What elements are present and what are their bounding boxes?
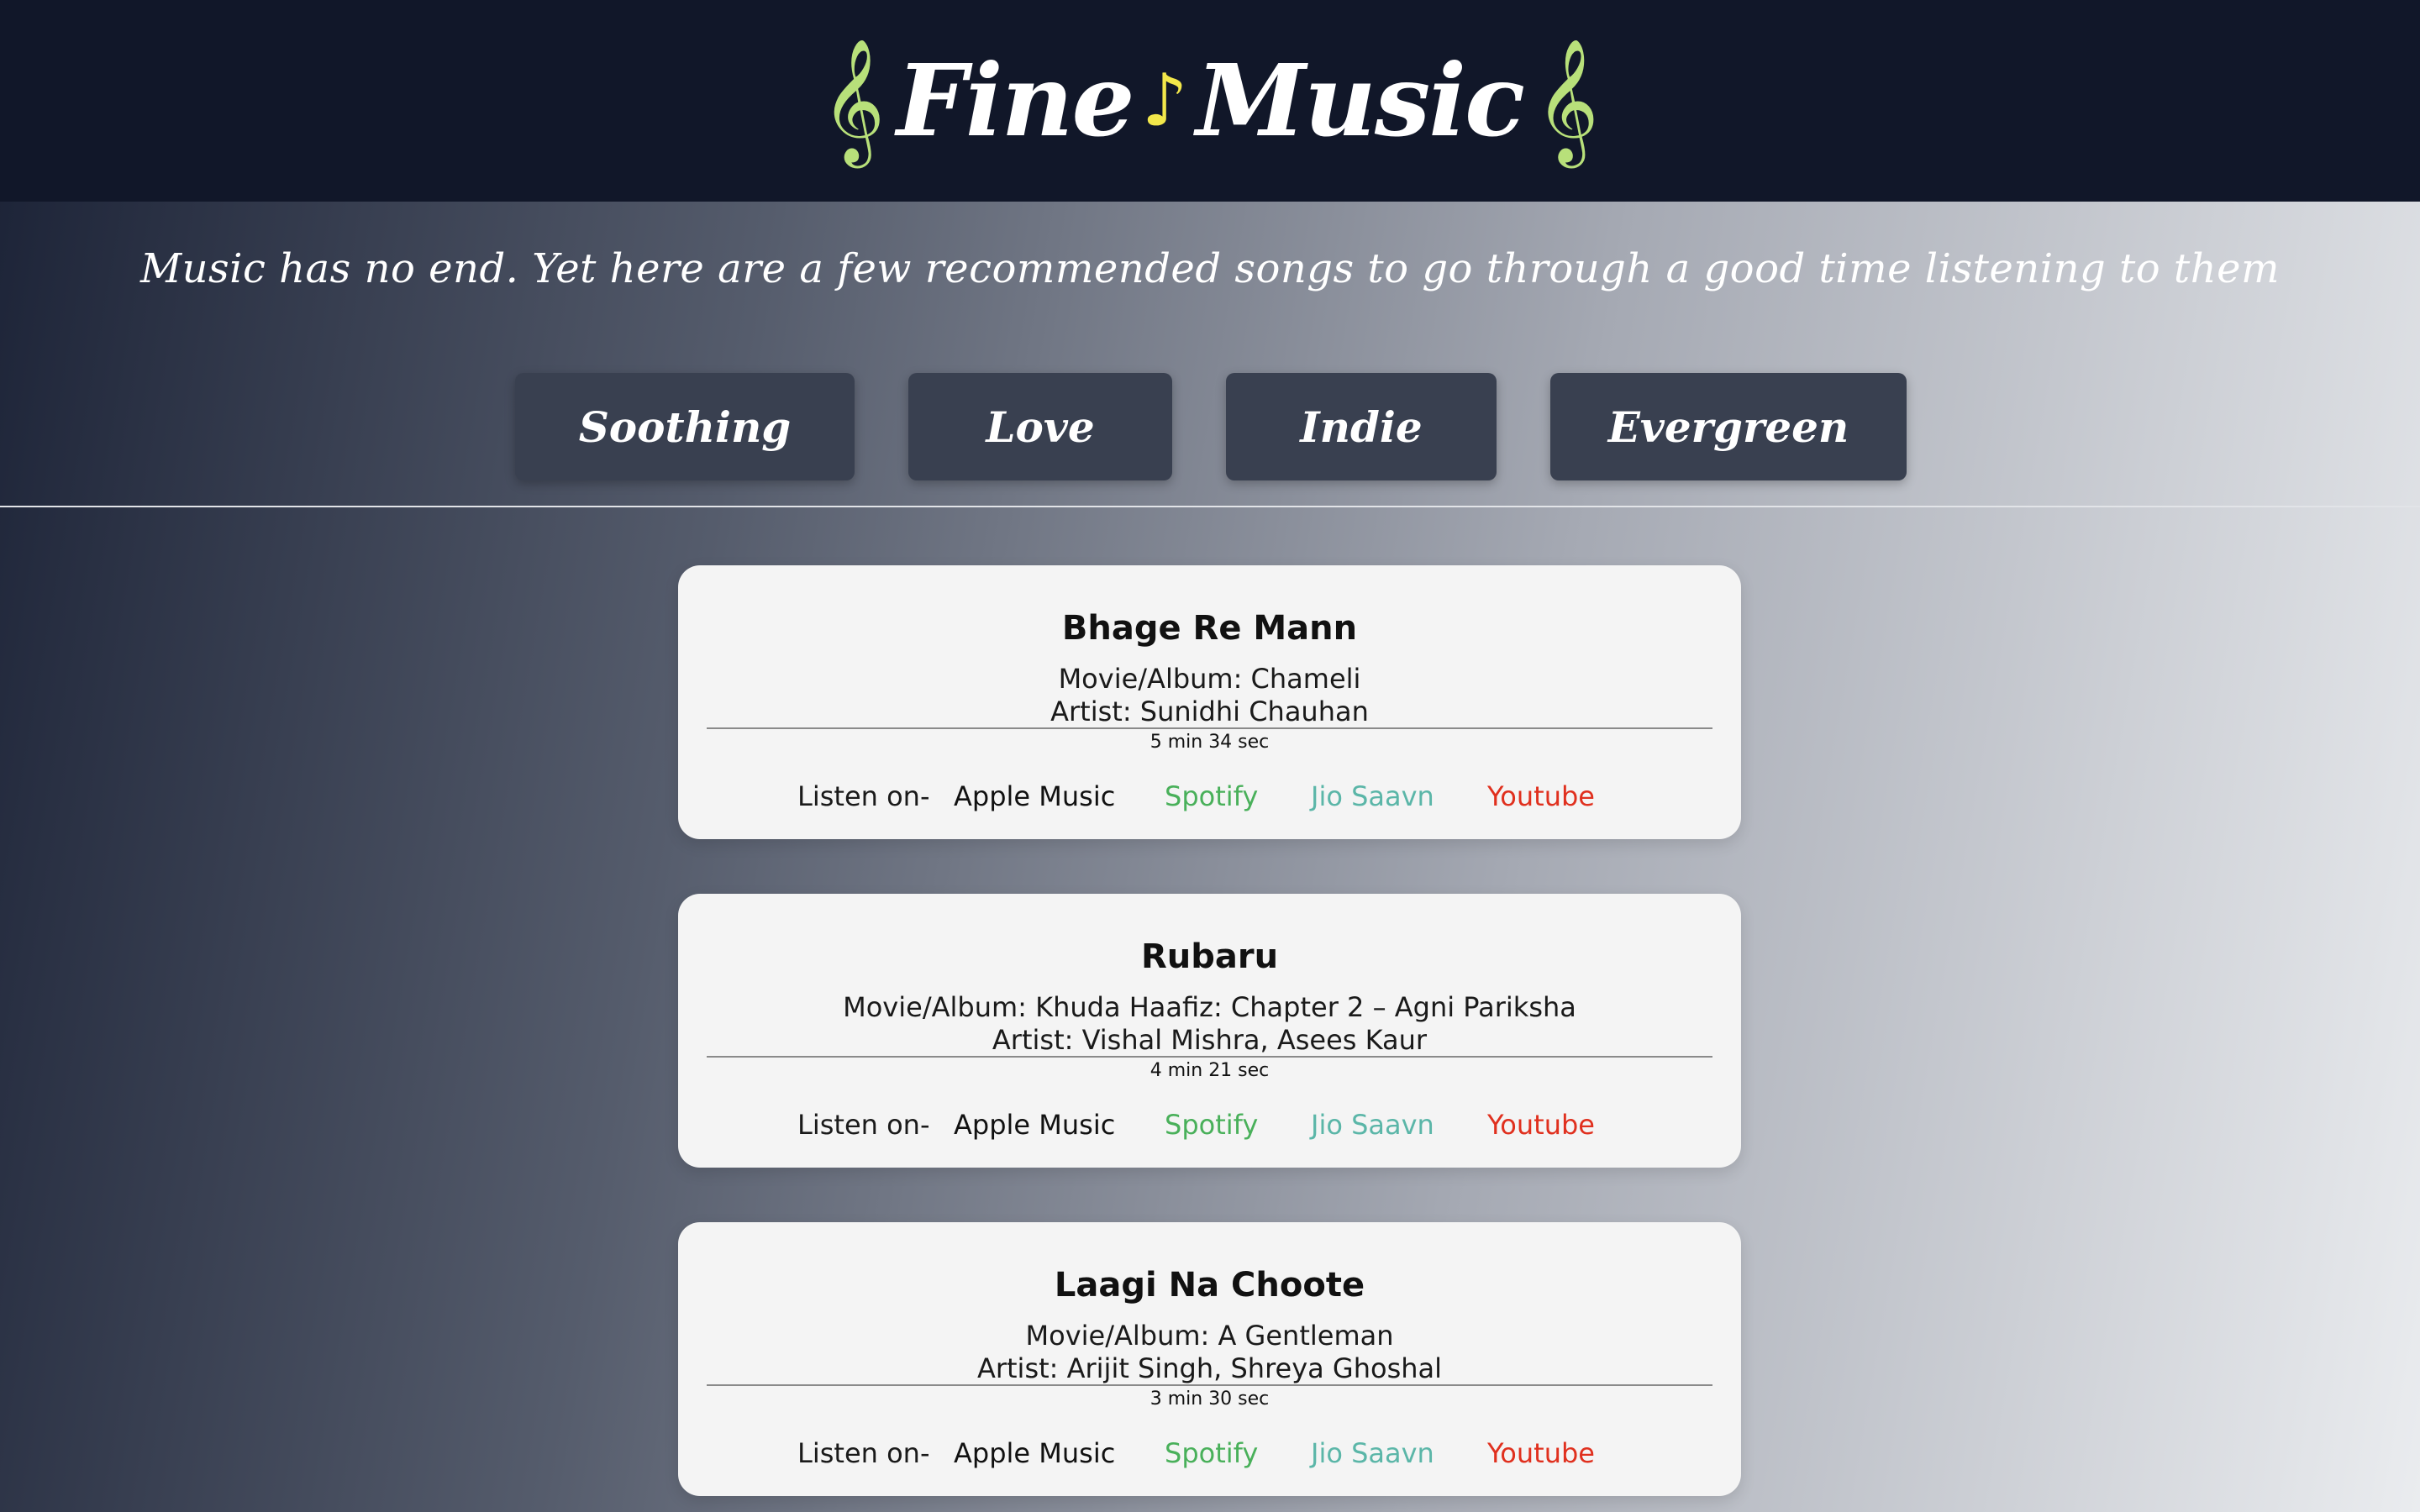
song-duration: 5 min 34 sec [1150,732,1270,753]
song-album: Movie/Album: Khuda Haafiz: Chapter 2 – A… [843,991,1576,1023]
song-duration: 3 min 30 sec [1150,1389,1270,1410]
spotify-link[interactable]: Spotify [1165,1109,1258,1141]
song-duration: 4 min 21 sec [1150,1060,1270,1081]
card-divider [707,1384,1712,1386]
genre-button-indie[interactable]: Indie [1226,373,1497,480]
listen-links: Listen on- Apple Music Spotify Jio Saavn… [678,1109,1741,1146]
treble-clef-icon: 𝄞 [1534,38,1599,163]
apple-music-link[interactable]: Apple Music [954,1109,1115,1141]
apple-music-link[interactable]: Apple Music [954,780,1115,812]
card-divider [707,1056,1712,1058]
section-divider [0,506,2420,507]
song-title: Rubaru [1140,937,1279,976]
tagline: Music has no end. Yet here are a few rec… [139,245,2281,292]
music-note-icon: ♪ [1141,59,1188,143]
apple-music-link[interactable]: Apple Music [954,1437,1115,1469]
youtube-link[interactable]: Youtube [1487,1109,1595,1141]
listen-on-label: Listen on- [797,780,930,812]
song-title: Bhage Re Mann [1061,609,1358,648]
song-album: Movie/Album: A Gentleman [1025,1320,1394,1352]
spotify-link[interactable]: Spotify [1165,780,1258,812]
site-logo[interactable]: 𝄞 Fine ♪ Music 𝄞 [821,47,1598,155]
jio-saavn-link[interactable]: Jio Saavn [1311,1109,1434,1141]
logo-word-music: Music [1196,42,1525,159]
jio-saavn-link[interactable]: Jio Saavn [1311,1437,1434,1469]
genre-button-love[interactable]: Love [908,373,1172,480]
listen-on-label: Listen on- [797,1437,930,1469]
listen-links: Listen on- Apple Music Spotify Jio Saavn… [678,1437,1741,1474]
genre-button-soothing[interactable]: Soothing [515,373,855,480]
spotify-link[interactable]: Spotify [1165,1437,1258,1469]
listen-on-label: Listen on- [797,1109,930,1141]
treble-clef-icon: 𝄞 [821,38,886,163]
song-artist: Artist: Sunidhi Chauhan [1050,696,1369,727]
genre-button-evergreen[interactable]: Evergreen [1550,373,1907,480]
logo-word-fine: Fine [897,42,1134,159]
card-divider [707,727,1712,729]
song-artist: Artist: Arijit Singh, Shreya Ghoshal [976,1352,1443,1384]
song-album: Movie/Album: Chameli [1058,663,1361,695]
song-card: Rubaru Movie/Album: Khuda Haafiz: Chapte… [678,894,1741,1168]
site-header: 𝄞 Fine ♪ Music 𝄞 [0,0,2420,202]
jio-saavn-link[interactable]: Jio Saavn [1311,780,1434,812]
youtube-link[interactable]: Youtube [1487,780,1595,812]
song-card: Bhage Re Mann Movie/Album: Chameli Artis… [678,565,1741,839]
song-card: Laagi Na Choote Movie/Album: A Gentleman… [678,1222,1741,1496]
listen-links: Listen on- Apple Music Spotify Jio Saavn… [678,780,1741,817]
youtube-link[interactable]: Youtube [1487,1437,1595,1469]
song-title: Laagi Na Choote [1054,1266,1365,1305]
song-artist: Artist: Vishal Mishra, Asees Kaur [992,1024,1428,1056]
